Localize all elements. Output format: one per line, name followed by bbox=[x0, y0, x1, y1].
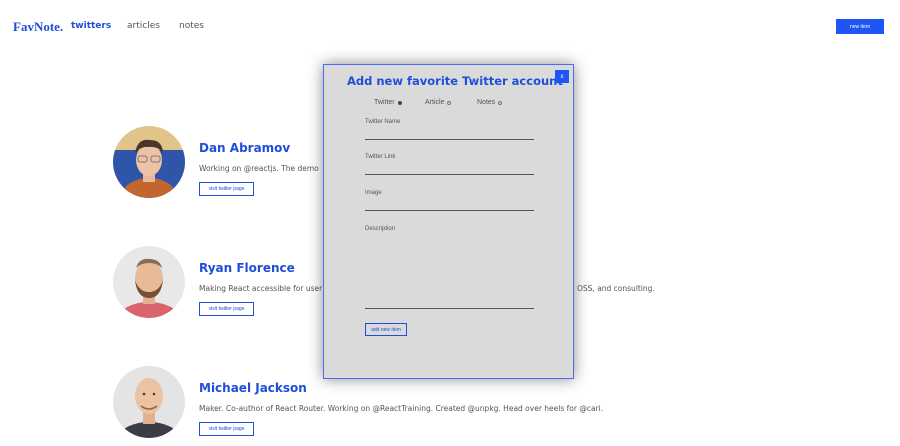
radio-twitter[interactable]: Twitter bbox=[374, 99, 402, 106]
radio-unchecked-icon[interactable] bbox=[447, 100, 452, 105]
twitter-name-label: Twitter Name bbox=[365, 119, 401, 125]
card-description-tail: OSS, and consulting. bbox=[577, 284, 655, 293]
visit-twitter-button[interactable]: visit twitter page bbox=[199, 182, 254, 196]
twitter-link-label: Twitter Link bbox=[365, 154, 396, 160]
modal-title: Add new favorite Twitter account bbox=[347, 74, 563, 88]
add-new-item-button[interactable]: add new item bbox=[365, 323, 407, 336]
radio-checked-icon[interactable] bbox=[397, 100, 402, 105]
nav-twitters[interactable]: twitters bbox=[71, 21, 111, 31]
image-label: Image bbox=[365, 190, 382, 196]
radio-article[interactable]: Article bbox=[425, 99, 452, 106]
avatar bbox=[113, 366, 185, 438]
radio-label: Article bbox=[425, 99, 445, 106]
close-button[interactable]: x bbox=[555, 70, 569, 83]
visit-twitter-button[interactable]: visit twitter page bbox=[199, 302, 254, 316]
card-description: Making React accessible for user bbox=[199, 284, 323, 293]
radio-unchecked-icon[interactable] bbox=[498, 100, 503, 105]
visit-twitter-button[interactable]: visit twitter page bbox=[199, 422, 254, 436]
description-textarea[interactable] bbox=[365, 237, 534, 309]
avatar bbox=[113, 246, 185, 318]
twitter-link-input[interactable] bbox=[365, 165, 534, 175]
new-item-button[interactable]: new item bbox=[836, 19, 884, 34]
image-input[interactable] bbox=[365, 201, 534, 211]
card-name[interactable]: Ryan Florence bbox=[199, 261, 295, 275]
avatar bbox=[113, 126, 185, 198]
card-name[interactable]: Dan Abramov bbox=[199, 141, 290, 155]
radio-notes[interactable]: Notes bbox=[477, 99, 503, 106]
card-description: Working on @reactjs. The demo bbox=[199, 164, 319, 173]
logo[interactable]: FavNote. bbox=[13, 19, 63, 35]
add-item-modal: Add new favorite Twitter account x Twitt… bbox=[323, 64, 574, 379]
nav-notes[interactable]: notes bbox=[179, 21, 204, 31]
radio-label: Notes bbox=[477, 99, 496, 106]
nav-articles[interactable]: articles bbox=[127, 21, 160, 31]
card-name[interactable]: Michael Jackson bbox=[199, 381, 307, 395]
radio-label: Twitter bbox=[374, 99, 395, 106]
twitter-name-input[interactable] bbox=[365, 130, 534, 140]
description-label: Description bbox=[365, 226, 396, 232]
card-description: Maker. Co-author of React Router. Workin… bbox=[199, 404, 604, 413]
